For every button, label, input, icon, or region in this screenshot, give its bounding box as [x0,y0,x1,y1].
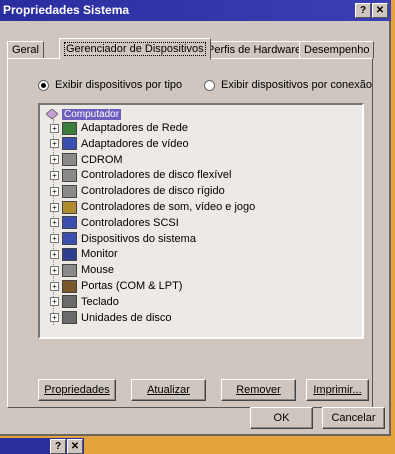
disk-drive-icon [62,311,77,325]
tree-root[interactable]: Computador [46,107,122,121]
tab-hardware-profiles[interactable]: Perfis de Hardware [202,41,307,59]
tab-device-manager-label: Gerenciador de Dispositivos [64,42,206,56]
refresh-button[interactable]: Atualizar [131,379,206,401]
network-adapter-icon [62,121,77,135]
view-by-connection-label: Exibir dispositivos por conexão [221,79,373,91]
expand-plus-icon[interactable]: + [50,281,59,291]
scsi-controller-icon [62,216,77,230]
hard-disk-controller-icon [62,184,77,198]
properties-button[interactable]: Propriedades [38,379,116,401]
print-button-label: Imprimir... [313,384,362,396]
device-category-label: CDROM [81,153,123,166]
device-category-row[interactable]: + Adaptadores de Rede [50,121,188,135]
expand-plus-icon[interactable]: + [50,202,59,212]
background-window-titlebar[interactable]: ? ✕ [0,438,84,454]
monitor-icon [62,247,77,261]
device-category-row[interactable]: + CDROM [50,153,123,167]
expand-plus-icon[interactable]: + [50,155,59,165]
expand-plus-icon[interactable]: + [50,186,59,196]
tab-performance[interactable]: Desempenho [299,41,375,59]
expand-plus-icon[interactable]: + [50,123,59,133]
device-category-label: Adaptadores de vídeo [81,137,189,150]
mouse-icon [62,263,77,277]
remove-button-label: Remover [236,384,281,396]
window-title: Propriedades Sistema [3,3,130,17]
view-by-connection-option[interactable]: Exibir dispositivos por conexão [204,79,372,91]
computer-icon [46,109,58,119]
print-button[interactable]: Imprimir... [306,379,369,401]
expand-plus-icon[interactable]: + [50,297,59,307]
cancel-button[interactable]: Cancelar [322,407,385,429]
close-button[interactable]: ✕ [372,3,388,18]
expand-plus-icon[interactable]: + [50,265,59,275]
device-category-row[interactable]: + Dispositivos do sistema [50,232,196,246]
cdrom-icon [62,153,77,167]
device-category-label: Teclado [81,295,119,308]
device-category-row[interactable]: + Controladores de som, vídeo e jogo [50,200,255,214]
device-category-row[interactable]: + Mouse [50,263,114,277]
device-category-label: Adaptadores de Rede [81,122,189,134]
tab-general-label: Geral [12,44,39,56]
refresh-button-label: Atualizar [147,384,190,396]
system-properties-window: Propriedades Sistema ? ✕ Geral Gerenciad… [0,0,391,436]
expand-plus-icon[interactable]: + [50,249,59,259]
view-by-type-option[interactable]: Exibir dispositivos por tipo [38,79,182,91]
device-tree[interactable]: Computador + Adaptadores de Rede + Adaptado… [38,103,364,339]
tab-hardware-profiles-label: Perfis de Hardware [207,44,302,56]
tab-performance-label: Desempenho [304,44,370,56]
device-category-row[interactable]: + Controladores de disco flexível [50,168,231,182]
device-category-label: Controladores de disco flexível [81,169,232,182]
expand-plus-icon[interactable]: + [50,139,59,149]
device-category-label: Monitor [81,248,118,261]
device-category-row[interactable]: + Portas (COM & LPT) [50,279,182,293]
view-by-connection-radio[interactable] [204,79,215,91]
device-manager-panel: Exibir dispositivos por tipo Exibir disp… [7,58,373,408]
title-bar[interactable]: Propriedades Sistema ? ✕ [0,0,391,21]
device-category-label: Portas (COM & LPT) [81,280,183,292]
display-adapter-icon [62,137,77,151]
help-button[interactable]: ? [355,3,371,18]
expand-plus-icon[interactable]: + [50,170,59,180]
device-category-label: Dispositivos do sistema [81,232,196,245]
device-category-label: Controladores de som, vídeo e jogo [81,201,256,213]
remove-button[interactable]: Remover [221,379,296,401]
device-category-row[interactable]: + Unidades de disco [50,311,172,325]
tab-general[interactable]: Geral [7,41,44,59]
device-category-row[interactable]: + Controladores de disco rígido [50,184,225,198]
port-icon [62,279,77,293]
ok-button[interactable]: OK [250,407,313,429]
tree-root-label: Computador [62,108,122,120]
device-category-label: Unidades de disco [81,311,172,324]
device-category-row[interactable]: + Controladores SCSI [50,216,179,230]
system-device-icon [62,232,77,246]
device-category-row[interactable]: + Adaptadores de vídeo [50,137,189,151]
keyboard-icon [62,295,77,309]
expand-plus-icon[interactable]: + [50,218,59,228]
view-by-type-radio[interactable] [38,79,49,91]
device-category-row[interactable]: + Monitor [50,247,118,261]
tab-device-manager[interactable]: Gerenciador de Dispositivos [59,38,211,60]
device-category-label: Mouse [81,264,115,277]
floppy-controller-icon [62,168,77,182]
expand-plus-icon[interactable]: + [50,313,59,323]
sound-controller-icon [62,200,77,214]
device-category-row[interactable]: + Teclado [50,295,119,309]
background-close-button[interactable]: ✕ [67,439,83,454]
view-by-type-label: Exibir dispositivos por tipo [55,79,183,91]
properties-button-label: Propriedades [44,384,110,396]
device-category-label: Controladores SCSI [81,216,179,229]
device-category-label: Controladores de disco rígido [81,185,225,198]
background-help-button[interactable]: ? [50,439,66,454]
expand-plus-icon[interactable]: + [50,234,59,244]
